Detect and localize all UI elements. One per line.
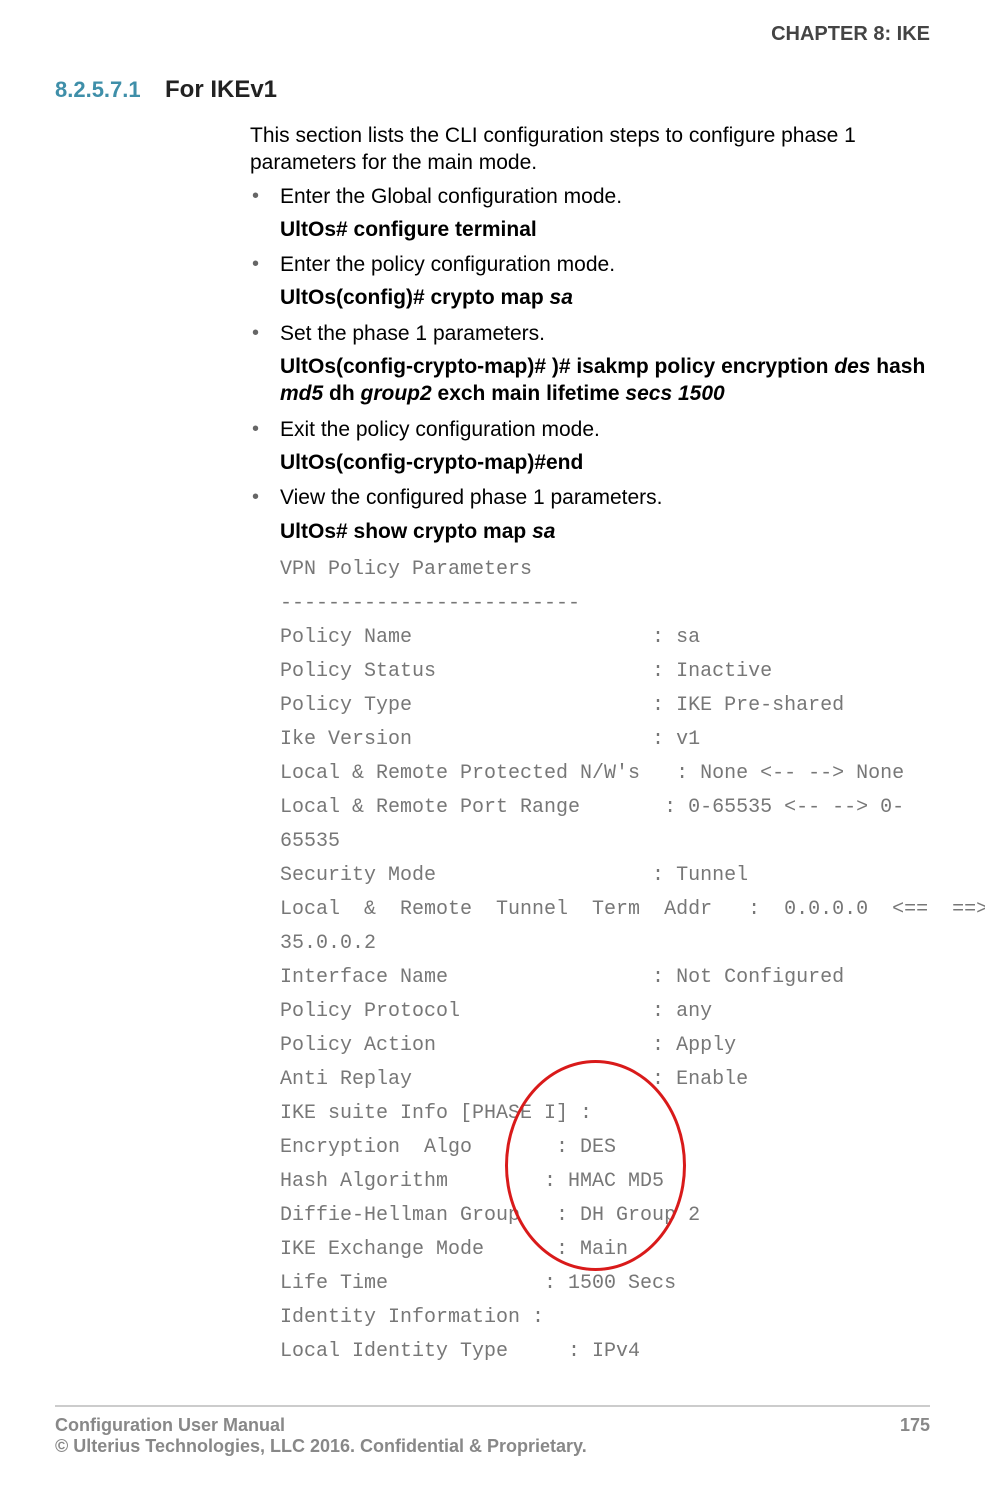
step-text: Set the phase 1 parameters. <box>280 322 545 345</box>
footer-page-number: 175 <box>900 1415 930 1457</box>
page: CHAPTER 8: IKE 8.2.5.7.1 For IKEv1 This … <box>0 0 985 1495</box>
section-heading: 8.2.5.7.1 For IKEv1 <box>55 76 930 104</box>
chapter-header: CHAPTER 8: IKE <box>55 23 930 46</box>
step-list: Enter the Global configuration mode. Ult… <box>250 183 930 545</box>
step-command: UltOs# show crypto map sa <box>280 518 930 545</box>
step-item: Set the phase 1 parameters. UltOs(config… <box>250 320 930 408</box>
step-text: Exit the policy configuration mode. <box>280 418 600 441</box>
step-item: View the configured phase 1 parameters. … <box>250 484 930 545</box>
step-text: Enter the policy configuration mode. <box>280 253 615 276</box>
step-item: Enter the Global configuration mode. Ult… <box>250 183 930 244</box>
step-command: UltOs(config-crypto-map)# )# isakmp poli… <box>280 353 930 408</box>
cli-output: VPN Policy Parameters ------------------… <box>280 553 930 1369</box>
step-command: UltOs(config-crypto-map)#end <box>280 449 930 476</box>
page-footer: Configuration User Manual © Ulterius Tec… <box>55 1405 930 1457</box>
step-text: View the configured phase 1 parameters. <box>280 486 663 509</box>
section-title: For IKEv1 <box>165 76 277 104</box>
step-command: UltOs# configure terminal <box>280 216 930 243</box>
step-command: UltOs(config)# crypto map sa <box>280 284 930 311</box>
intro-paragraph: This section lists the CLI configuration… <box>250 122 930 177</box>
section-number: 8.2.5.7.1 <box>55 77 165 103</box>
footer-left: Configuration User Manual © Ulterius Tec… <box>55 1415 587 1457</box>
body-content: This section lists the CLI configuration… <box>250 122 930 1369</box>
step-item: Exit the policy configuration mode. UltO… <box>250 416 930 477</box>
step-item: Enter the policy configuration mode. Ult… <box>250 251 930 312</box>
step-text: Enter the Global configuration mode. <box>280 185 622 208</box>
